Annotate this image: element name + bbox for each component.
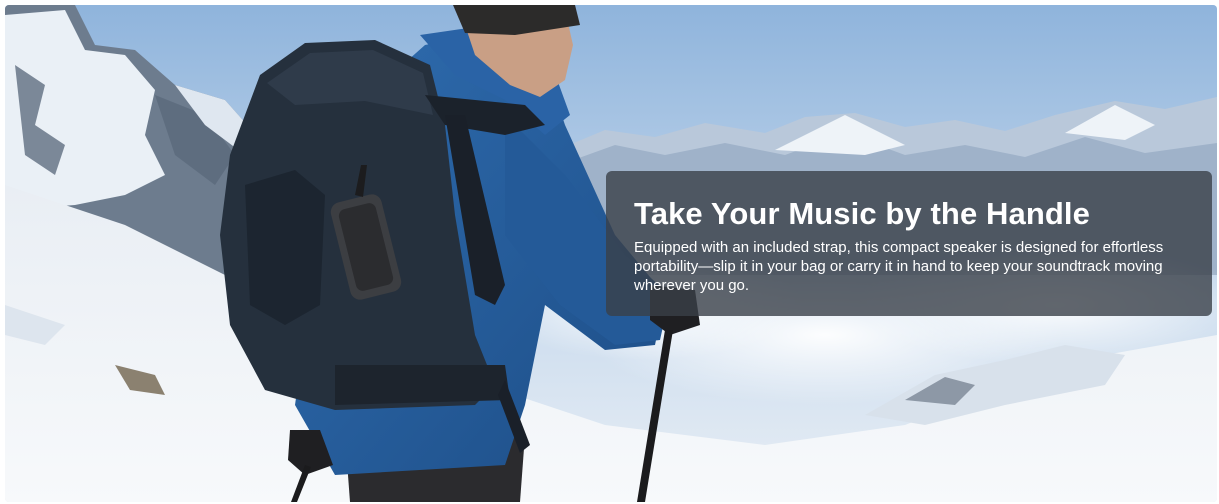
caption-card: Take Your Music by the Handle Equipped w… [606,171,1212,316]
banner-title: Take Your Music by the Handle [634,196,1090,231]
banner-description: Equipped with an included strap, this co… [634,239,1164,294]
hero-banner: Take Your Music by the Handle Equipped w… [5,5,1217,502]
